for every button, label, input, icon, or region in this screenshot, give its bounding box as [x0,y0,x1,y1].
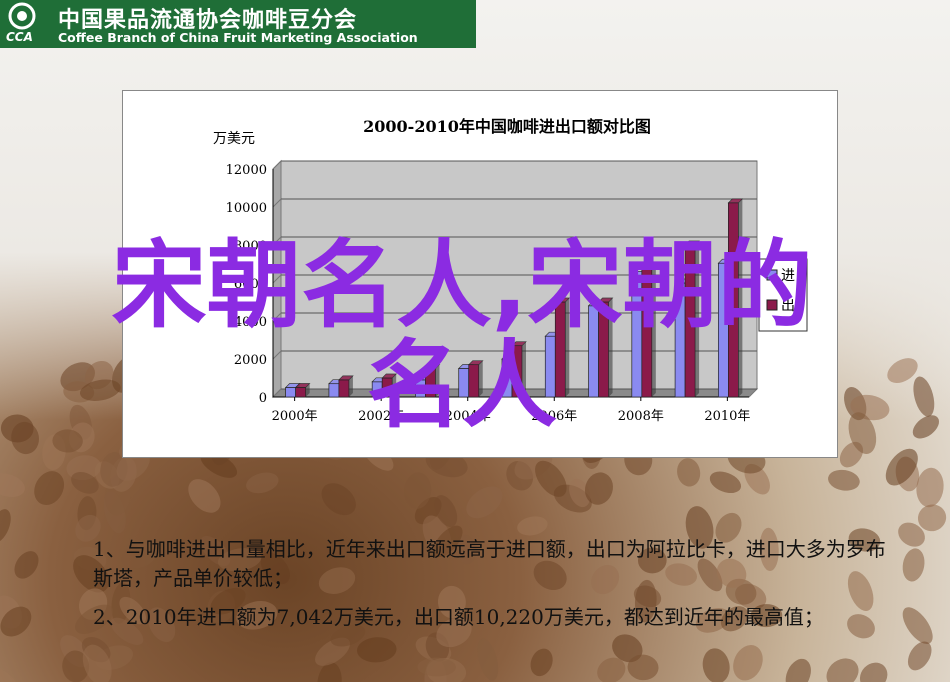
header-cca: CCA [6,30,33,44]
notes: 1、与咖啡进出口量相比，近年来出口额远高于进口额，出口为阿拉比卡，进口大多为罗布… [93,535,893,642]
y-tick-label: 12000 [226,163,267,178]
header-title-en: Coffee Branch of China Fruit Marketing A… [58,30,418,45]
note-1: 1、与咖啡进出口量相比，近年来出口额远高于进口额，出口为阿拉比卡，进口大多为罗布… [93,537,886,590]
y-tick-label: 10000 [226,201,267,216]
overlay-title: 宋朝名人,宋朝的 名人 [22,236,902,436]
chart-title: 2000-2010年中国咖啡进出口额对比图 [363,117,651,136]
y-axis-unit: 万美元 [213,131,255,147]
note-2: 2、2010年进口额为7,042万美元，出口额10,220万美元，都达到近年的最… [93,605,824,629]
overlay-line-1: 宋朝名人,宋朝的 [111,231,813,341]
association-logo-icon [8,2,36,30]
overlay-line-2: 名人 [366,331,557,441]
header-banner: 中国果品流通协会咖啡豆分会 CCA Coffee Branch of China… [0,0,476,48]
